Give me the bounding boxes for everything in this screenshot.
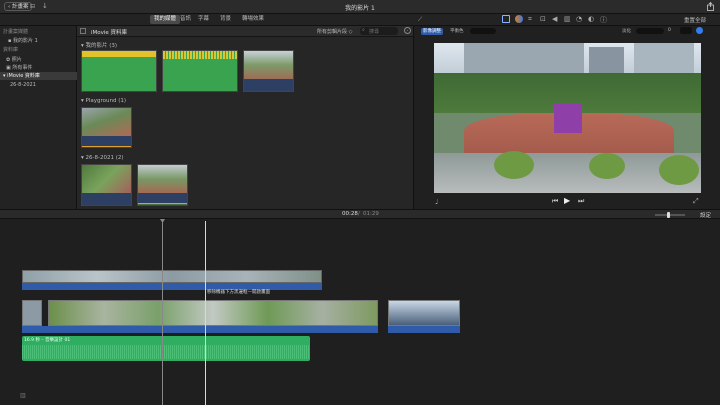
magic-wand-icon[interactable]: ⟋ [418, 16, 422, 24]
timeline-settings-button[interactable]: 設定 [700, 211, 711, 219]
sidebar-item-label: iMovie 資料庫 [7, 73, 40, 79]
section-count: (2) [115, 155, 124, 161]
tab-audio[interactable]: 音訊 [176, 15, 195, 24]
search-field[interactable]: ⌕ 搜尋 [360, 27, 398, 35]
browser-title: iMovie 資料庫 [91, 30, 128, 36]
time-separator: / [358, 211, 360, 217]
filter-icon[interactable]: ◐ [588, 15, 594, 23]
background-music-clip[interactable]: 16.9 秒 – 音樂設計 01 [22, 336, 310, 361]
browser-header: iMovie 資料庫 所有剪輯片段 ◇ ⌕ 搜尋 · [77, 26, 413, 37]
section-label: Playground [85, 98, 117, 104]
video-clip-3[interactable] [388, 300, 460, 326]
title-clip-label: 移除機器下方黑邊框—開啟畫面 [207, 290, 270, 295]
playhead[interactable] [205, 221, 206, 405]
video-preview[interactable] [434, 43, 701, 193]
zoom-slider[interactable] [655, 212, 685, 218]
toggle-label: 平衡色 [450, 29, 464, 34]
auto-adjust-button[interactable]: 影像調整 [421, 28, 443, 35]
reset-all-button[interactable]: 重置全部 [684, 16, 706, 24]
skimmer-handle[interactable] [160, 219, 165, 223]
sidebar-heading-libraries: 資料庫 [3, 47, 19, 53]
title-bar: ‹ 計畫案 ⊟ ↓ 我的影片 1 [0, 0, 720, 14]
color-balance-icon[interactable] [502, 15, 510, 23]
section-label: 我的影片 [85, 43, 108, 49]
media-clip-audio-2[interactable] [162, 50, 238, 92]
section-header-playground[interactable]: ▾ Playground (1) [81, 98, 126, 104]
sidebar-toggle-icon[interactable] [80, 28, 86, 34]
settings-gear-icon[interactable]: · [404, 27, 411, 34]
video-audio-bar [22, 326, 378, 333]
section-count: (1) [118, 98, 126, 104]
share-icon[interactable] [706, 1, 715, 11]
library-sidebar: 計畫案媒體 ▪ 我的影片 1 資料庫 ✿ 照片 ▣ 所有事件 ▾ iMovie … [0, 26, 77, 209]
window-title: 我的影片 1 [345, 5, 375, 12]
section-label: 26-8-2021 [85, 155, 114, 161]
crop-icon[interactable]: ⌗ [528, 15, 532, 24]
skip-back-icon[interactable]: ⏮ [552, 197, 558, 206]
sidebar-item-label: 所有事件 [12, 65, 33, 71]
current-time: 00:28 [342, 211, 358, 217]
color-correction-icon[interactable] [515, 15, 523, 23]
field-label: 淡化 [622, 29, 631, 34]
speed-icon[interactable]: ◔ [576, 15, 582, 23]
fade-slider[interactable] [636, 28, 664, 34]
clip-filter-select[interactable]: 所有剪輯片段 ◇ [317, 28, 352, 35]
video-clip-2[interactable] [48, 300, 378, 326]
play-icon[interactable]: ▶ [564, 196, 570, 205]
sidebar-heading-projects: 計畫案媒體 [3, 29, 29, 35]
skimmer-line[interactable] [162, 221, 163, 405]
sidebar-item-project[interactable]: ▪ 我的影片 1 [0, 37, 77, 45]
sidebar-item-all-events[interactable]: ▣ 所有事件 [0, 64, 77, 72]
sidebar-item-library[interactable]: ▾ iMovie 資料庫 [0, 72, 77, 80]
section-header-my-movies[interactable]: ▾ 我的影片 (3) [81, 41, 117, 49]
audio-clip-label: 16.9 秒 – 音樂設計 01 [24, 338, 71, 343]
equalizer-icon[interactable]: ▥ [564, 15, 571, 23]
sidebar-item-label: 我的影片 1 [12, 38, 38, 44]
field-value: 0 [668, 28, 671, 33]
total-time: 01:29 [363, 211, 379, 217]
tab-backgrounds[interactable]: 背景 [216, 15, 235, 24]
video-clip-3-audio [388, 326, 460, 333]
sidebar-item-event[interactable]: 26-8-2021 [0, 81, 77, 89]
section-header-date[interactable]: ▾ 26-8-2021 (2) [81, 155, 124, 161]
media-clip-date-2[interactable] [137, 164, 188, 206]
media-clip-audio-1[interactable] [81, 50, 157, 92]
audio-meter-icon[interactable]: ▥ [20, 392, 26, 399]
cutaway-audio-bar [22, 283, 322, 290]
toggle-switch[interactable] [470, 28, 496, 34]
microphone-icon[interactable]: ♩ [435, 198, 438, 206]
timeline: 移除機器下方黑邊框—開啟畫面 16.9 秒 – 音樂設計 01 ▥ [0, 219, 720, 405]
media-clip-playground[interactable] [81, 107, 132, 148]
info-icon[interactable]: ⓘ [600, 15, 607, 25]
media-toolbar: 我的媒體 音訊 字幕 背景 轉場效果 ⟋ ⌗ ⊡ ◀ ▥ ◔ ◐ ⓘ 重置全部 [0, 14, 720, 26]
sidebar-item-photos[interactable]: ✿ 照片 [0, 56, 77, 64]
section-count: (3) [109, 43, 118, 49]
fade-stepper[interactable] [680, 27, 692, 34]
tab-titles[interactable]: 字幕 [194, 15, 213, 24]
cutaway-clip[interactable] [22, 270, 322, 283]
tab-transitions[interactable]: 轉場效果 [238, 15, 268, 24]
timeline-header: 00:28 / 01:29 設定 [0, 209, 720, 219]
search-input[interactable]: 搜尋 [369, 28, 379, 35]
fullscreen-icon[interactable]: ⤢ [693, 197, 699, 206]
apply-check-icon[interactable] [696, 27, 703, 34]
stabilization-icon[interactable]: ⊡ [540, 15, 546, 23]
zoom-slider-knob[interactable] [667, 212, 670, 218]
media-clip-date-1[interactable] [81, 164, 132, 206]
media-clip-video-1[interactable] [243, 50, 294, 92]
volume-icon[interactable]: ◀ [552, 15, 557, 23]
search-icon: ⌕ [362, 27, 365, 33]
video-clip-1[interactable] [22, 300, 42, 326]
skip-forward-icon[interactable]: ⏭ [578, 197, 584, 206]
sidebar-item-label: 照片 [11, 57, 22, 63]
